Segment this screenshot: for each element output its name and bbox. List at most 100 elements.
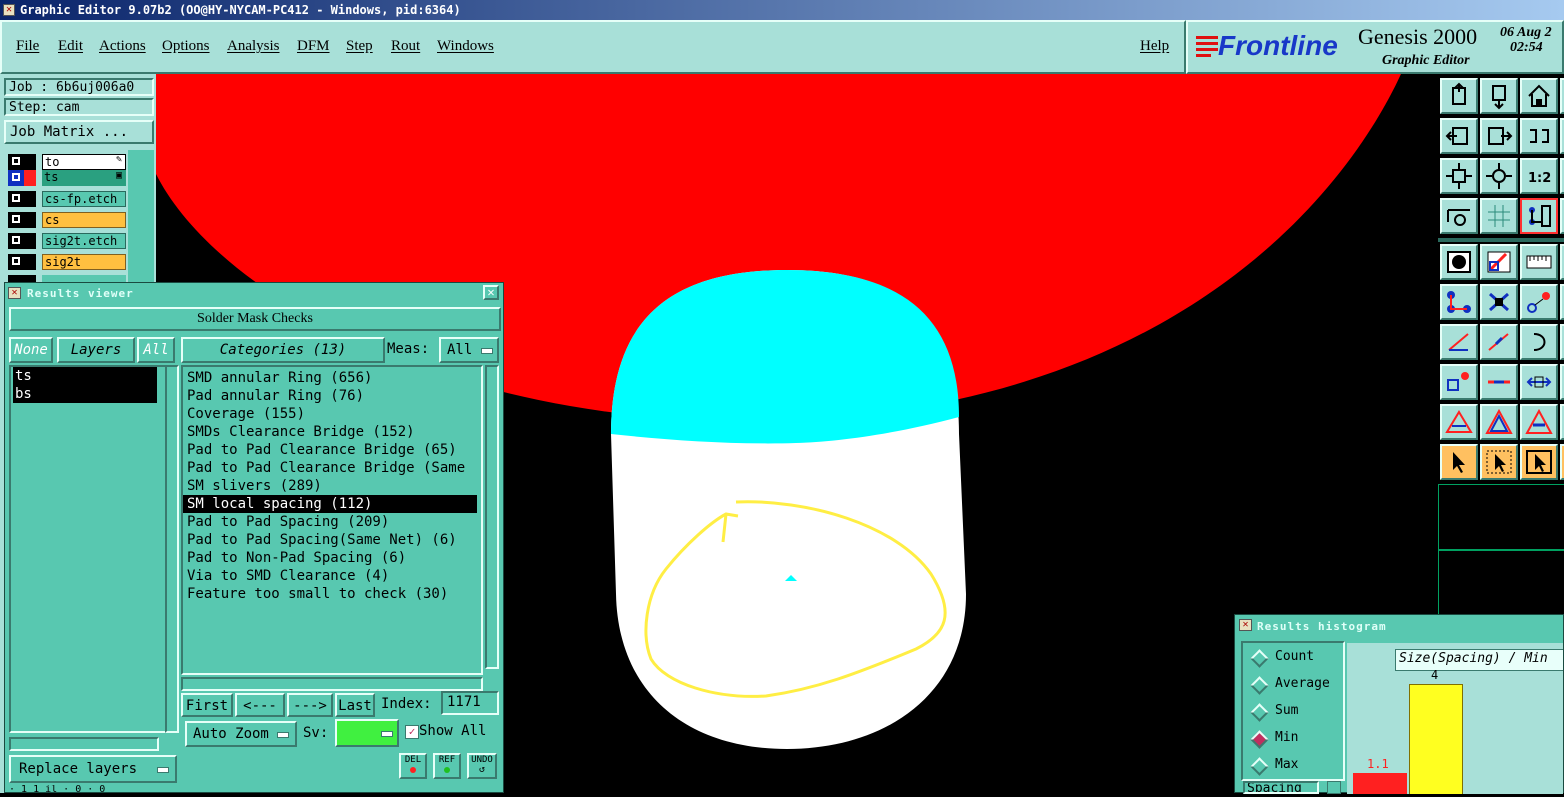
home-icon[interactable] — [1520, 78, 1558, 114]
layer-name: sig2t — [42, 254, 126, 270]
menu-step[interactable]: Step — [346, 38, 373, 55]
menu-help[interactable]: Help — [1140, 38, 1169, 55]
select-window-arrow-icon[interactable] — [1520, 444, 1558, 480]
all-button[interactable]: All — [137, 337, 175, 363]
surface-icon[interactable] — [1520, 404, 1558, 440]
index-field[interactable]: 1171 — [441, 691, 499, 715]
polygon-icon[interactable] — [1480, 404, 1518, 440]
replace-layers-dropdown[interactable]: Replace layers — [9, 755, 177, 783]
layer-checkbox[interactable] — [8, 233, 36, 249]
category-item[interactable]: Feature too small to check (30) — [183, 585, 477, 603]
category-item[interactable]: Pad annular Ring (76) — [183, 387, 477, 405]
category-item[interactable]: SMDs Clearance Bridge (152) — [183, 423, 477, 441]
category-item[interactable]: Via to SMD Clearance (4) — [183, 567, 477, 585]
results-histogram-titlebar[interactable]: ✕ Results histogram — [1235, 615, 1563, 637]
line-angle-icon[interactable] — [1440, 324, 1478, 360]
menu-options[interactable]: Options — [162, 38, 210, 55]
last-button[interactable]: Last — [335, 693, 375, 717]
pan-left-icon[interactable] — [1440, 118, 1478, 154]
layer-checkbox[interactable] — [8, 254, 36, 270]
close-icon[interactable]: ✕ — [483, 285, 499, 300]
layer-checkbox[interactable] — [8, 154, 36, 170]
next-button[interactable]: ---> — [287, 693, 333, 717]
category-item[interactable]: SM local spacing (112) — [183, 495, 477, 513]
layer-row-cs-fp-etch[interactable]: cs-fp.etch — [8, 191, 126, 207]
categories-hscrollbar[interactable] — [181, 677, 483, 691]
menu-edit[interactable]: Edit — [58, 38, 83, 55]
categories-button[interactable]: Categories (13) — [181, 337, 385, 363]
index-label: Index: — [381, 696, 432, 712]
trim-icon[interactable] — [1480, 364, 1518, 400]
layer-checkbox[interactable] — [8, 191, 36, 207]
menu-actions[interactable]: Actions — [99, 38, 146, 55]
layer-row-cs[interactable]: cs — [8, 212, 126, 228]
edit-icon: ✎ — [116, 154, 123, 165]
category-item[interactable]: SMD annular Ring (656) — [183, 369, 477, 387]
menu-analysis[interactable]: Analysis — [227, 38, 280, 55]
results-histogram-dialog: ✕ Results histogram Count Average Sum Mi… — [1234, 614, 1564, 794]
show-all-checkbox[interactable]: ✓ — [405, 725, 419, 739]
layers-button[interactable]: Layers — [57, 337, 135, 363]
grid-icon[interactable] — [1480, 198, 1518, 234]
zoom-home-icon[interactable] — [1480, 158, 1518, 194]
menu-windows[interactable]: Windows — [437, 38, 494, 55]
first-button[interactable]: First — [181, 693, 233, 717]
category-item[interactable]: Pad to Pad Spacing(Same Net) (6) — [183, 531, 477, 549]
undo-button[interactable]: UNDO ↺ — [467, 753, 497, 779]
layer-row-sig2t[interactable]: sig2t — [8, 254, 126, 270]
menu-rout[interactable]: Rout — [391, 38, 420, 55]
layer-checkbox[interactable] — [8, 170, 36, 186]
categories-vscrollbar[interactable] — [485, 365, 499, 669]
auto-zoom-dropdown[interactable]: Auto Zoom — [185, 721, 297, 747]
meas-dropdown[interactable]: All — [439, 337, 499, 363]
pad-select-icon[interactable] — [1440, 244, 1478, 280]
measure-icon[interactable] — [1440, 198, 1478, 234]
menu-file[interactable]: File — [16, 38, 39, 55]
category-item[interactable]: Pad to Non-Pad Spacing (6) — [183, 549, 477, 567]
category-item[interactable]: SM slivers (289) — [183, 477, 477, 495]
zoom-top-icon[interactable] — [1440, 78, 1478, 114]
snap-icon[interactable] — [1520, 198, 1558, 234]
select-arrow-icon[interactable] — [1440, 444, 1478, 480]
menu-dfm[interactable]: DFM — [297, 38, 330, 55]
category-item[interactable]: Pad to Pad Clearance Bridge (Same — [183, 459, 477, 477]
layer-checkbox[interactable] — [8, 212, 36, 228]
spacing-dropdown[interactable]: Spacing — [1243, 781, 1319, 794]
pan-right-icon[interactable] — [1480, 118, 1518, 154]
resize-icon[interactable] — [1520, 364, 1558, 400]
prev-button[interactable]: <--- — [235, 693, 285, 717]
undo-view-icon[interactable] — [1520, 118, 1558, 154]
line-icon[interactable] — [1480, 324, 1518, 360]
sv-color-dropdown[interactable] — [335, 719, 399, 747]
ruler-icon[interactable] — [1520, 244, 1558, 280]
zoom-bottom-icon[interactable] — [1480, 78, 1518, 114]
ref-button[interactable]: REF — [433, 753, 461, 779]
connect-icon[interactable] — [1440, 284, 1478, 320]
layer-list-vscrollbar[interactable] — [165, 365, 179, 733]
zoom-fit-icon[interactable] — [1440, 158, 1478, 194]
histogram-scrollbar[interactable] — [1327, 781, 1341, 794]
select-box-arrow-icon[interactable] — [1480, 444, 1518, 480]
pad-add-icon[interactable] — [1440, 364, 1478, 400]
category-item[interactable]: Pad to Pad Clearance Bridge (65) — [183, 441, 477, 459]
triangle-icon[interactable] — [1440, 404, 1478, 440]
layer-list-hscrollbar[interactable] — [9, 737, 159, 751]
frontline-logo: Frontline — [1218, 30, 1338, 61]
layer-row-ts[interactable]: ts ▣ — [8, 170, 126, 186]
job-matrix-button[interactable]: Job Matrix ... — [4, 120, 154, 144]
layer-row-sig2t-etch[interactable]: sig2t.etch — [8, 233, 126, 249]
category-item[interactable]: Coverage (155) — [183, 405, 477, 423]
results-histogram-title: Results histogram — [1257, 620, 1387, 633]
arc-icon[interactable] — [1520, 324, 1558, 360]
category-item[interactable]: Pad to Pad Spacing (209) — [183, 513, 477, 531]
results-viewer-titlebar[interactable]: ✕ Results viewer ✕ — [5, 283, 503, 303]
layer-row-to[interactable]: to ✎ — [8, 154, 126, 170]
scale-1-2-icon[interactable]: 1:2 — [1520, 158, 1558, 194]
list-item[interactable]: ts — [13, 367, 157, 385]
slot-icon[interactable] — [1480, 244, 1518, 280]
list-item[interactable]: bs — [13, 385, 157, 403]
cross-icon[interactable] — [1480, 284, 1518, 320]
none-button[interactable]: None — [9, 337, 53, 363]
move-icon[interactable] — [1520, 284, 1558, 320]
del-button[interactable]: DEL — [399, 753, 427, 779]
